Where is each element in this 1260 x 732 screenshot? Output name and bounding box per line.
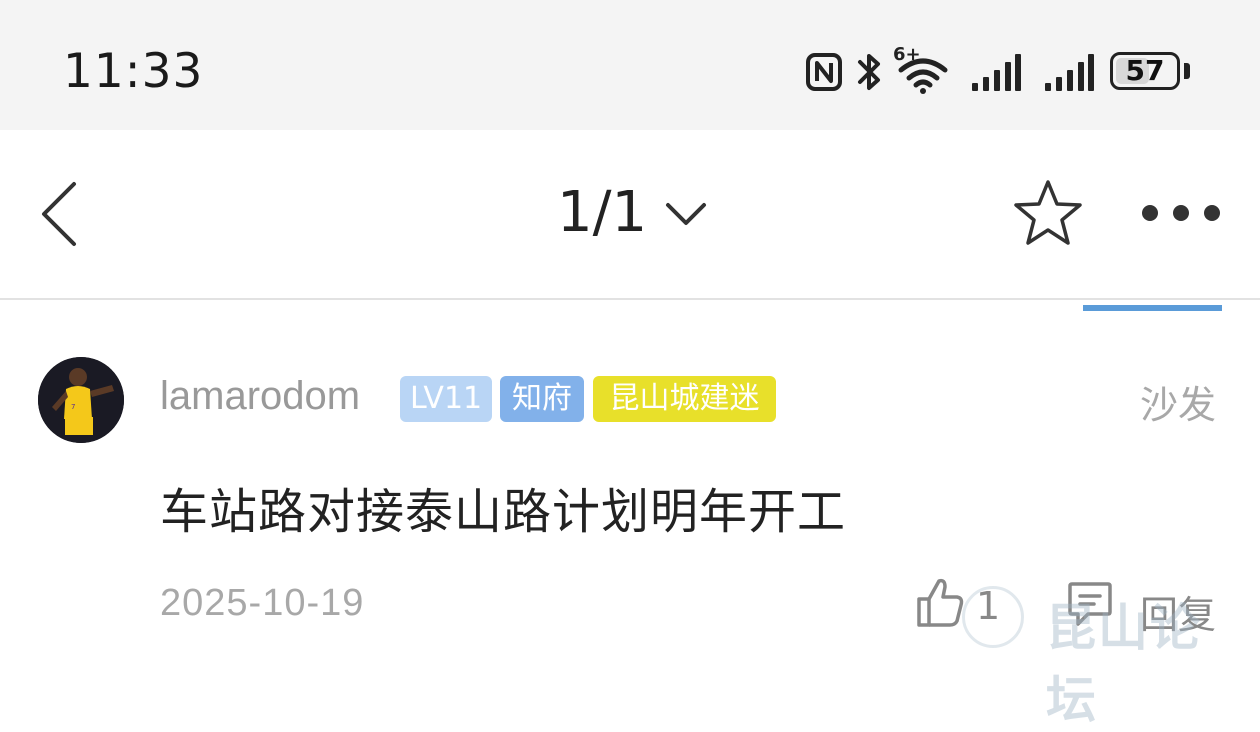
status-bar: 11:33 6+ 57 bbox=[0, 0, 1260, 130]
watermark: 昆山论坛 bbox=[962, 584, 1252, 729]
post-date: 2025-10-19 bbox=[160, 582, 365, 624]
username[interactable]: lamarodom bbox=[160, 374, 360, 419]
signal-icon bbox=[972, 54, 1021, 91]
post-body: 车站路对接泰山路计划明年开工 bbox=[160, 484, 847, 540]
nfc-icon bbox=[806, 53, 842, 91]
bluetooth-icon bbox=[858, 54, 880, 90]
battery-tip bbox=[1184, 63, 1190, 79]
thumbs-up-icon[interactable] bbox=[915, 577, 965, 629]
title-badge: 知府 bbox=[500, 376, 584, 422]
level-badge: LV11 bbox=[400, 376, 492, 422]
avatar-image: 7 bbox=[38, 357, 124, 443]
more-icon[interactable] bbox=[1140, 203, 1222, 223]
nav-bar: 1/1 bbox=[0, 130, 1260, 300]
status-time: 11:33 bbox=[63, 44, 204, 99]
back-icon[interactable] bbox=[36, 180, 82, 248]
watermark-logo-icon bbox=[962, 586, 1024, 648]
battery-icon: 57 bbox=[1110, 52, 1180, 90]
battery-percent: 57 bbox=[1125, 54, 1165, 87]
tab-indicator bbox=[1083, 305, 1222, 311]
star-icon[interactable] bbox=[1012, 178, 1084, 248]
watermark-text: 昆山论坛 bbox=[1046, 599, 1202, 729]
avatar[interactable]: 7 bbox=[38, 357, 124, 443]
svg-text:7: 7 bbox=[71, 403, 75, 411]
signal-icon bbox=[1045, 54, 1094, 91]
floor-label: 沙发 bbox=[1140, 383, 1217, 427]
honor-badge: 昆山城建迷 bbox=[593, 376, 776, 422]
page-indicator[interactable]: 1/1 bbox=[557, 180, 647, 245]
network-label: 6+ bbox=[893, 44, 921, 65]
chevron-down-icon[interactable] bbox=[665, 200, 707, 228]
